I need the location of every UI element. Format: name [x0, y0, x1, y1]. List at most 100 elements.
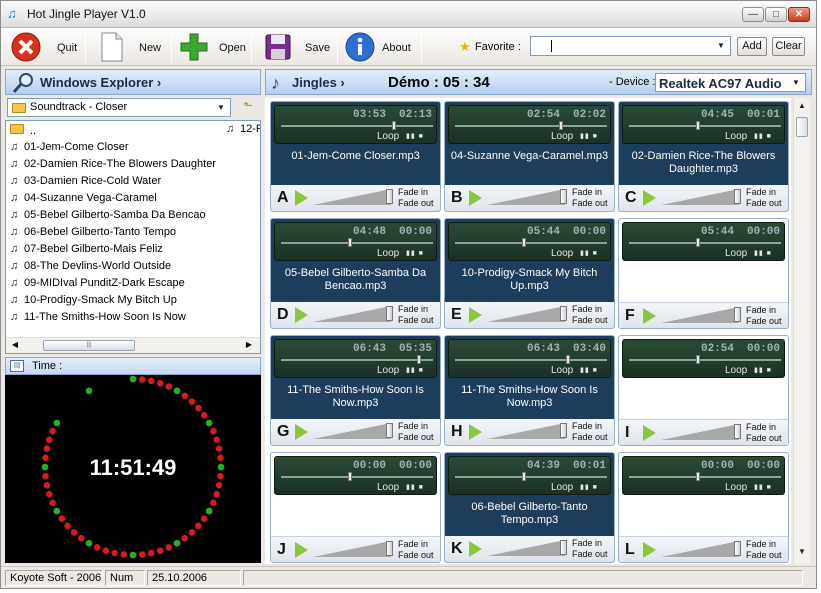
- save-button[interactable]: Save: [263, 30, 333, 64]
- pause-stop-icon[interactable]: ▮▮ ■: [754, 483, 778, 492]
- jingle-card-k[interactable]: 04:39 00:01 Loop ▮▮ ■ 06-Bebel Gilberto-Tant…: [444, 452, 615, 563]
- position-track[interactable]: [281, 476, 433, 478]
- position-track[interactable]: [281, 125, 433, 127]
- play-icon[interactable]: [295, 190, 308, 206]
- scroll-thumb[interactable]: |||: [43, 340, 135, 351]
- jingle-card-g[interactable]: 06:43 05:35 Loop ▮▮ ■ 11-The Smiths-How Soon…: [270, 335, 441, 446]
- loop-toggle[interactable]: Loop: [551, 248, 573, 259]
- list-item[interactable]: ♫ 09-MIDIval PunditZ-Dark Escape: [10, 277, 185, 294]
- volume-slider[interactable]: [487, 306, 565, 322]
- volume-slider[interactable]: [487, 540, 565, 556]
- volume-knob[interactable]: [560, 423, 567, 438]
- loop-toggle[interactable]: Loop: [725, 248, 747, 259]
- list-item[interactable]: ♫ 07-Bebel Gilberto-Mais Feliz: [10, 243, 163, 260]
- fade-in-toggle[interactable]: Fade in: [572, 538, 602, 548]
- maximize-button[interactable]: □: [765, 7, 787, 22]
- fade-in-toggle[interactable]: Fade in: [746, 422, 776, 432]
- scroll-up-icon[interactable]: ▲: [794, 101, 810, 110]
- horizontal-scrollbar[interactable]: ◀ ||| ▶: [6, 337, 260, 353]
- play-icon[interactable]: [295, 542, 308, 558]
- volume-slider[interactable]: [487, 189, 565, 205]
- volume-knob[interactable]: [734, 541, 741, 556]
- position-track[interactable]: [455, 359, 607, 361]
- fade-out-toggle[interactable]: Fade out: [746, 198, 782, 208]
- fade-in-toggle[interactable]: Fade in: [746, 305, 776, 315]
- list-item[interactable]: ♫ 02-Damien Rice-The Blowers Daughter: [10, 158, 216, 175]
- volume-knob[interactable]: [386, 306, 393, 321]
- list-item[interactable]: ..: [10, 124, 36, 141]
- list-item[interactable]: ♫ 06-Bebel Gilberto-Tanto Tempo: [10, 226, 176, 243]
- jingle-card-d[interactable]: 04:48 00:00 Loop ▮▮ ■ 05-Bebel Gilberto-Samb…: [270, 218, 441, 329]
- position-slider[interactable]: [559, 121, 563, 130]
- loop-toggle[interactable]: Loop: [725, 365, 747, 376]
- list-item[interactable]: ♫ 10-Prodigy-Smack My Bitch Up: [10, 294, 177, 311]
- list-item[interactable]: ♫ 12-F: [226, 123, 260, 140]
- jingle-card-b[interactable]: 02:54 02:02 Loop ▮▮ ■ 04-Suzanne Vega-Carame…: [444, 101, 615, 212]
- position-track[interactable]: [281, 242, 433, 244]
- about-button[interactable]: About: [345, 30, 419, 64]
- fade-in-toggle[interactable]: Fade in: [572, 421, 602, 431]
- position-track[interactable]: [455, 476, 607, 478]
- fade-out-toggle[interactable]: Fade out: [746, 433, 782, 443]
- jingle-card-j[interactable]: 00:00 00:00 Loop ▮▮ ■ J Fade in Fade out: [270, 452, 441, 563]
- vertical-scrollbar[interactable]: ▲ ▼: [793, 98, 810, 564]
- volume-slider[interactable]: [313, 189, 391, 205]
- play-icon[interactable]: [469, 307, 482, 323]
- position-track[interactable]: [455, 242, 607, 244]
- play-icon[interactable]: [643, 308, 656, 324]
- favorite-combo[interactable]: ▼: [530, 36, 731, 56]
- volume-knob[interactable]: [386, 541, 393, 556]
- loop-toggle[interactable]: Loop: [551, 482, 573, 493]
- scroll-right-icon[interactable]: ▶: [242, 340, 256, 349]
- pause-stop-icon[interactable]: ▮▮ ■: [754, 366, 778, 375]
- minimize-button[interactable]: —: [742, 7, 764, 22]
- position-track[interactable]: [629, 476, 781, 478]
- position-slider[interactable]: [696, 238, 700, 247]
- position-slider[interactable]: [348, 238, 352, 247]
- close-button[interactable]: ✕: [788, 7, 810, 22]
- scroll-down-icon[interactable]: ▼: [794, 547, 810, 556]
- open-button[interactable]: Open: [179, 30, 247, 64]
- jingle-card-h[interactable]: 06:43 03:40 Loop ▮▮ ■ 11-The Smiths-How Soon…: [444, 335, 615, 446]
- scroll-left-icon[interactable]: ◀: [8, 340, 22, 349]
- play-icon[interactable]: [295, 424, 308, 440]
- fade-out-toggle[interactable]: Fade out: [398, 315, 434, 325]
- list-item[interactable]: ♫ 08-The Devlins-World Outside: [10, 260, 171, 277]
- position-slider[interactable]: [392, 121, 396, 130]
- jingle-card-l[interactable]: 00:00 00:00 Loop ▮▮ ■ L Fade in Fade out: [618, 452, 789, 563]
- fade-out-toggle[interactable]: Fade out: [572, 315, 608, 325]
- play-icon[interactable]: [643, 425, 656, 441]
- position-slider[interactable]: [522, 472, 526, 481]
- jingle-card-a[interactable]: 03:53 02:13 Loop ▮▮ ■ 01-Jem-Come Closer.mp3…: [270, 101, 441, 212]
- position-track[interactable]: [629, 125, 781, 127]
- volume-knob[interactable]: [734, 307, 741, 322]
- jingle-card-i[interactable]: 02:54 00:00 Loop ▮▮ ■ I Fade in Fade out: [618, 335, 789, 446]
- position-track[interactable]: [281, 359, 433, 361]
- loop-toggle[interactable]: Loop: [377, 365, 399, 376]
- loop-toggle[interactable]: Loop: [377, 482, 399, 493]
- volume-slider[interactable]: [661, 307, 739, 323]
- fade-in-toggle[interactable]: Fade in: [398, 304, 428, 314]
- pause-stop-icon[interactable]: ▮▮ ■: [406, 483, 430, 492]
- volume-slider[interactable]: [487, 423, 565, 439]
- clear-button[interactable]: Clear: [772, 37, 805, 56]
- list-item[interactable]: ♫ 01-Jem-Come Closer: [10, 141, 129, 158]
- pause-stop-icon[interactable]: ▮▮ ■: [580, 132, 604, 141]
- loop-toggle[interactable]: Loop: [725, 131, 747, 142]
- list-item[interactable]: ♫ 04-Suzanne Vega-Caramel: [10, 192, 157, 209]
- position-track[interactable]: [629, 359, 781, 361]
- volume-slider[interactable]: [661, 541, 739, 557]
- list-item[interactable]: ♫ 11-The Smiths-How Soon Is Now: [10, 311, 186, 328]
- fade-in-toggle[interactable]: Fade in: [746, 539, 776, 549]
- device-combo[interactable]: Realtek AC97 Audio ▼: [655, 73, 806, 92]
- fade-out-toggle[interactable]: Fade out: [746, 550, 782, 560]
- scroll-thumb[interactable]: [796, 117, 808, 137]
- loop-toggle[interactable]: Loop: [377, 131, 399, 142]
- loop-toggle[interactable]: Loop: [377, 248, 399, 259]
- position-track[interactable]: [455, 125, 607, 127]
- play-icon[interactable]: [469, 190, 482, 206]
- pause-stop-icon[interactable]: ▮▮ ■: [580, 249, 604, 258]
- volume-knob[interactable]: [386, 423, 393, 438]
- volume-slider[interactable]: [313, 306, 391, 322]
- fade-in-toggle[interactable]: Fade in: [398, 187, 428, 197]
